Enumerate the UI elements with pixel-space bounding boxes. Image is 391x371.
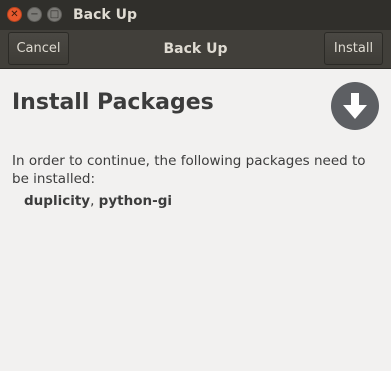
backup-window: ✕ − □ Back Up Cancel Back Up Install Ins…: [0, 0, 391, 371]
page-heading: Install Packages: [12, 90, 214, 115]
header-bar: Cancel Back Up Install: [0, 30, 391, 69]
download-icon: [331, 82, 379, 130]
package-separator: ,: [90, 193, 99, 209]
package-name: python-gi: [98, 193, 172, 209]
window-title: Back Up: [73, 7, 137, 23]
install-button[interactable]: Install: [324, 32, 383, 65]
main-content: Install Packages In order to continue, t…: [0, 70, 391, 371]
title-bar[interactable]: ✕ − □ Back Up: [0, 0, 391, 30]
download-arrow-icon: [343, 93, 367, 119]
package-name: duplicity: [24, 193, 91, 209]
package-list: duplicity, python-gi: [24, 193, 172, 209]
close-icon[interactable]: ✕: [7, 7, 22, 22]
install-description: In order to continue, the following pack…: [12, 153, 366, 187]
maximize-icon[interactable]: □: [47, 7, 62, 22]
minimize-icon[interactable]: −: [27, 7, 42, 22]
